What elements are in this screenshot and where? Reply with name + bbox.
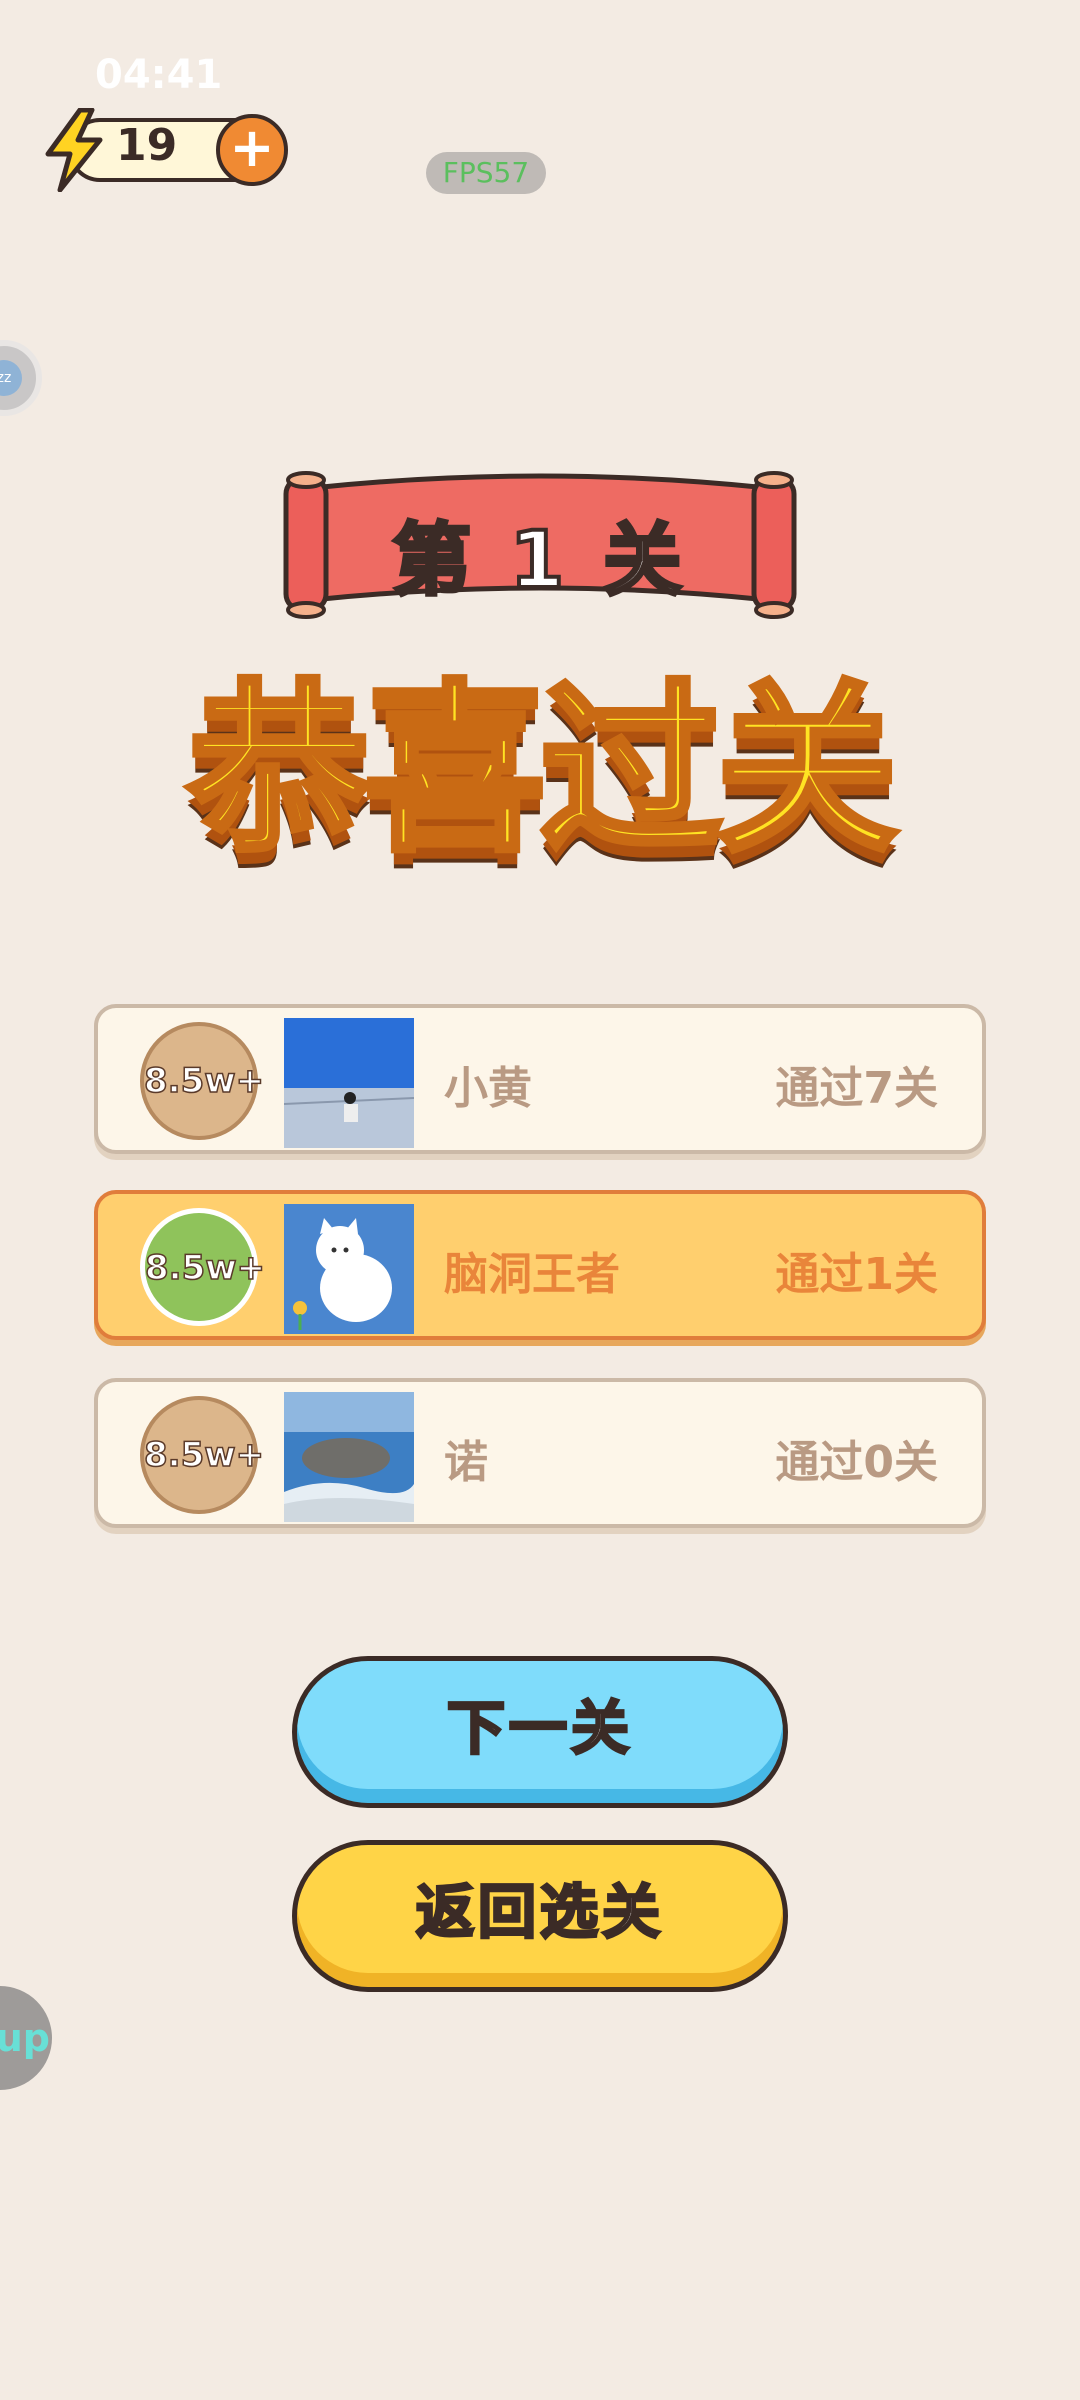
avatar	[284, 1204, 414, 1334]
player-name: 脑洞王者	[444, 1249, 620, 1300]
leaderboard-row: 8.5w+ 小黄 通过7关	[94, 1004, 986, 1154]
player-count-badge: 8.5w+	[140, 1022, 265, 1140]
player-count-badge: 8.5w+	[140, 1208, 266, 1326]
next-level-button[interactable]: 下一关	[292, 1656, 788, 1808]
add-energy-button[interactable]: +	[216, 114, 288, 186]
player-progress: 通过7关	[775, 1063, 938, 1114]
fps-indicator: FPS57	[426, 152, 546, 194]
leaderboard-row: 8.5w+ 诺 通过0关	[94, 1378, 986, 1528]
congrats-title: 恭喜过关	[185, 664, 901, 876]
energy-counter: 19 +	[40, 108, 288, 192]
bubble-icon: zz	[0, 360, 22, 396]
avatar	[284, 1392, 414, 1522]
player-progress: 通过0关	[775, 1437, 938, 1488]
player-name: 小黄	[444, 1063, 532, 1114]
leaderboard-row-self: 8.5w+ 脑洞王者 通过1关	[94, 1190, 986, 1340]
player-progress: 通过1关	[775, 1249, 938, 1300]
player-count-badge: 8.5w+	[140, 1396, 265, 1514]
status-time: 04:41	[95, 52, 223, 98]
floating-bubble[interactable]: zz	[0, 340, 42, 416]
player-name: 诺	[444, 1437, 488, 1488]
floating-up-button[interactable]: up	[0, 1986, 52, 2090]
back-to-level-select-button[interactable]: 返回选关	[292, 1840, 788, 1992]
energy-count: 19	[116, 120, 178, 171]
lightning-icon	[45, 108, 103, 192]
level-ribbon: 第 1 关	[282, 470, 798, 630]
avatar	[284, 1018, 414, 1148]
level-number-text: 第 1 关	[391, 514, 688, 608]
